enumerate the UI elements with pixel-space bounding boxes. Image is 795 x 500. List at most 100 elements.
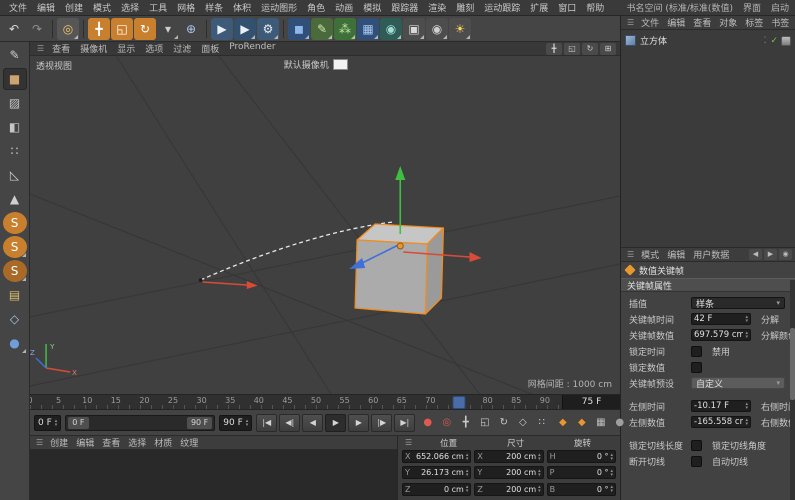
stepper-arrows[interactable] [745, 331, 748, 339]
move-tool-icon[interactable]: ╋ [88, 17, 110, 40]
material-menu-item-查看[interactable]: 查看 [98, 436, 124, 449]
material-panel-icon[interactable]: ☰ [33, 438, 46, 447]
viewport-menu-item-选项[interactable]: 选项 [140, 42, 168, 55]
keyframe-selection-icon[interactable]: ◆ [573, 415, 590, 430]
viewport-menu-item-ProRender[interactable]: ProRender [224, 42, 280, 55]
viewport-panel-icon[interactable]: ☰ [34, 44, 47, 53]
menubar-item-帮助[interactable]: 帮助 [581, 1, 609, 14]
visibility-dots-icon[interactable]: ⁚ [764, 36, 768, 46]
stepper-arrows[interactable] [610, 453, 613, 461]
timeline-tick-20[interactable]: 20 [139, 396, 149, 405]
workspace-label[interactable]: 书名空间 (标准/标准(数值) [627, 1, 733, 14]
menubar-item-工具[interactable]: 工具 [144, 1, 172, 14]
record-scale-toggle[interactable]: ◱ [476, 415, 493, 430]
stepper-arrows[interactable] [610, 469, 613, 477]
axis-modify-icon[interactable]: ◇ [3, 308, 27, 330]
edges-mode-icon[interactable]: ◺ [3, 164, 27, 186]
timeline-tick-35[interactable]: 35 [225, 396, 235, 405]
object-manager-menu-item-查看[interactable]: 查看 [689, 16, 715, 29]
volume-icon[interactable]: ▦ [357, 17, 379, 40]
timeline-tick-15[interactable]: 15 [111, 396, 121, 405]
menubar-item-网格[interactable]: 网格 [172, 1, 200, 14]
timeline-tick-50[interactable]: 50 [311, 396, 321, 405]
object-panel-icon[interactable]: ☰ [624, 18, 637, 27]
coordinate-field-尺寸-X[interactable]: X 200 cm [474, 450, 544, 463]
stepper-arrows[interactable] [538, 469, 541, 477]
previous-key-button[interactable]: ◀| [279, 413, 301, 432]
stepper-arrows[interactable] [246, 419, 249, 427]
interface-menu[interactable]: 界面 [743, 1, 761, 14]
record-keyframe-button[interactable]: ● [419, 415, 436, 430]
camera-label-group[interactable]: 默认摄像机 [284, 58, 348, 71]
object-manager-menu-item-书签[interactable]: 书签 [767, 16, 793, 29]
material-menu-item-材质[interactable]: 材质 [150, 436, 176, 449]
zoom-view-icon[interactable]: ◱ [564, 42, 580, 55]
keyframe-presets-icon[interactable]: ◆ [554, 415, 571, 430]
render-settings-icon[interactable]: ⚙ [257, 17, 279, 40]
stepper-arrows[interactable] [610, 485, 613, 493]
attribute-manager-menu-item-编辑[interactable]: 编辑 [663, 248, 689, 261]
menubar-item-文件[interactable]: 文件 [4, 1, 32, 14]
menubar-item-扩展[interactable]: 扩展 [525, 1, 553, 14]
coordinate-field-位置-Z[interactable]: Z 0 cm [402, 482, 472, 496]
rotate-tool-icon[interactable]: ↻ [134, 17, 156, 40]
scrollbar-thumb[interactable] [790, 328, 795, 401]
camera-label[interactable]: 默认摄像机 [284, 58, 329, 71]
menubar-item-创建[interactable]: 创建 [60, 1, 88, 14]
menubar-item-体积[interactable]: 体积 [228, 1, 256, 14]
camera-icon[interactable]: ◉ [426, 17, 448, 40]
coordinate-field-旋转-B[interactable]: B 0 ° [546, 482, 616, 496]
paint-tool-icon[interactable]: ▤ [3, 284, 27, 306]
stepper-arrows[interactable] [466, 453, 469, 461]
enable-snap-icon[interactable]: S [2, 212, 27, 234]
viewport-solo-icon[interactable]: ● [3, 332, 27, 354]
record-pla-toggle[interactable]: ∷ [533, 415, 550, 430]
attribute-manager-menu-item-用户数据[interactable]: 用户数据 [689, 248, 733, 261]
workplane-mode-icon[interactable]: ◧ [3, 116, 27, 138]
timeline-tick-5[interactable]: 5 [56, 396, 61, 405]
record-position-toggle[interactable]: ╋ [457, 415, 474, 430]
range-end-handle[interactable]: 90 F [186, 416, 213, 429]
timeline-tick-65[interactable]: 65 [397, 396, 407, 405]
timeline-ticks[interactable]: 051015202530354045505560657075808590 [30, 395, 562, 409]
menubar-item-样条[interactable]: 样条 [200, 1, 228, 14]
make-editable-icon[interactable]: ✎ [3, 44, 27, 66]
texture-mode-icon[interactable]: ▨ [3, 92, 27, 114]
stepper-arrows[interactable] [745, 402, 748, 410]
viewport-canvas[interactable]: Y X Z [30, 56, 620, 394]
coordinate-field-尺寸-Y[interactable]: Y 200 cm [474, 466, 544, 480]
object-manager-menu-item-对象[interactable]: 对象 [715, 16, 741, 29]
layout-select[interactable]: 启动 [771, 1, 789, 14]
scale-tool-icon[interactable]: ◱ [111, 17, 133, 40]
timeline-tick-85[interactable]: 85 [511, 396, 521, 405]
lock-time-checkbox[interactable] [691, 345, 702, 357]
attribute-manager-menu-item-模式[interactable]: 模式 [637, 248, 663, 261]
object-manager-menu-item-文件[interactable]: 文件 [637, 16, 663, 29]
menubar-item-动画[interactable]: 动画 [330, 1, 358, 14]
history-forward-icon[interactable]: ▶ [764, 249, 777, 260]
timeline-tick-80[interactable]: 80 [483, 396, 493, 405]
redo-icon[interactable]: ↷ [26, 18, 48, 40]
previous-frame-button[interactable]: ◀ [302, 413, 324, 432]
undo-icon[interactable]: ↶ [3, 18, 25, 40]
material-menu-item-选择[interactable]: 选择 [124, 436, 150, 449]
timeline-ruler[interactable]: 051015202530354045505560657075808590 75 … [30, 394, 620, 410]
viewport-menu-item-查看[interactable]: 查看 [47, 42, 75, 55]
timeline-start-field[interactable]: 0 F [34, 414, 62, 431]
lock-value-checkbox[interactable] [691, 361, 702, 373]
render-view-icon[interactable]: ▶ [211, 17, 233, 40]
menubar-item-运动图形[interactable]: 运动图形 [256, 1, 302, 14]
simulate-icon[interactable]: ◉ [380, 17, 402, 40]
last-tools-icon[interactable]: ▾ [157, 18, 179, 40]
material-list-area[interactable] [30, 450, 397, 500]
break-tangent-checkbox[interactable] [691, 455, 702, 467]
next-key-button[interactable]: |▶ [371, 413, 393, 432]
stepper-arrows[interactable] [466, 485, 469, 493]
object-row-cube[interactable]: 立方体 ⁚ ✓ [623, 33, 793, 48]
object-name[interactable]: 立方体 [640, 34, 667, 47]
viewport-menu-item-显示[interactable]: 显示 [112, 42, 140, 55]
current-frame-field[interactable]: 75 F [562, 395, 620, 409]
timeline-tick-40[interactable]: 40 [254, 396, 264, 405]
light-icon[interactable]: ☀ [449, 17, 471, 40]
menubar-item-模式[interactable]: 模式 [88, 1, 116, 14]
